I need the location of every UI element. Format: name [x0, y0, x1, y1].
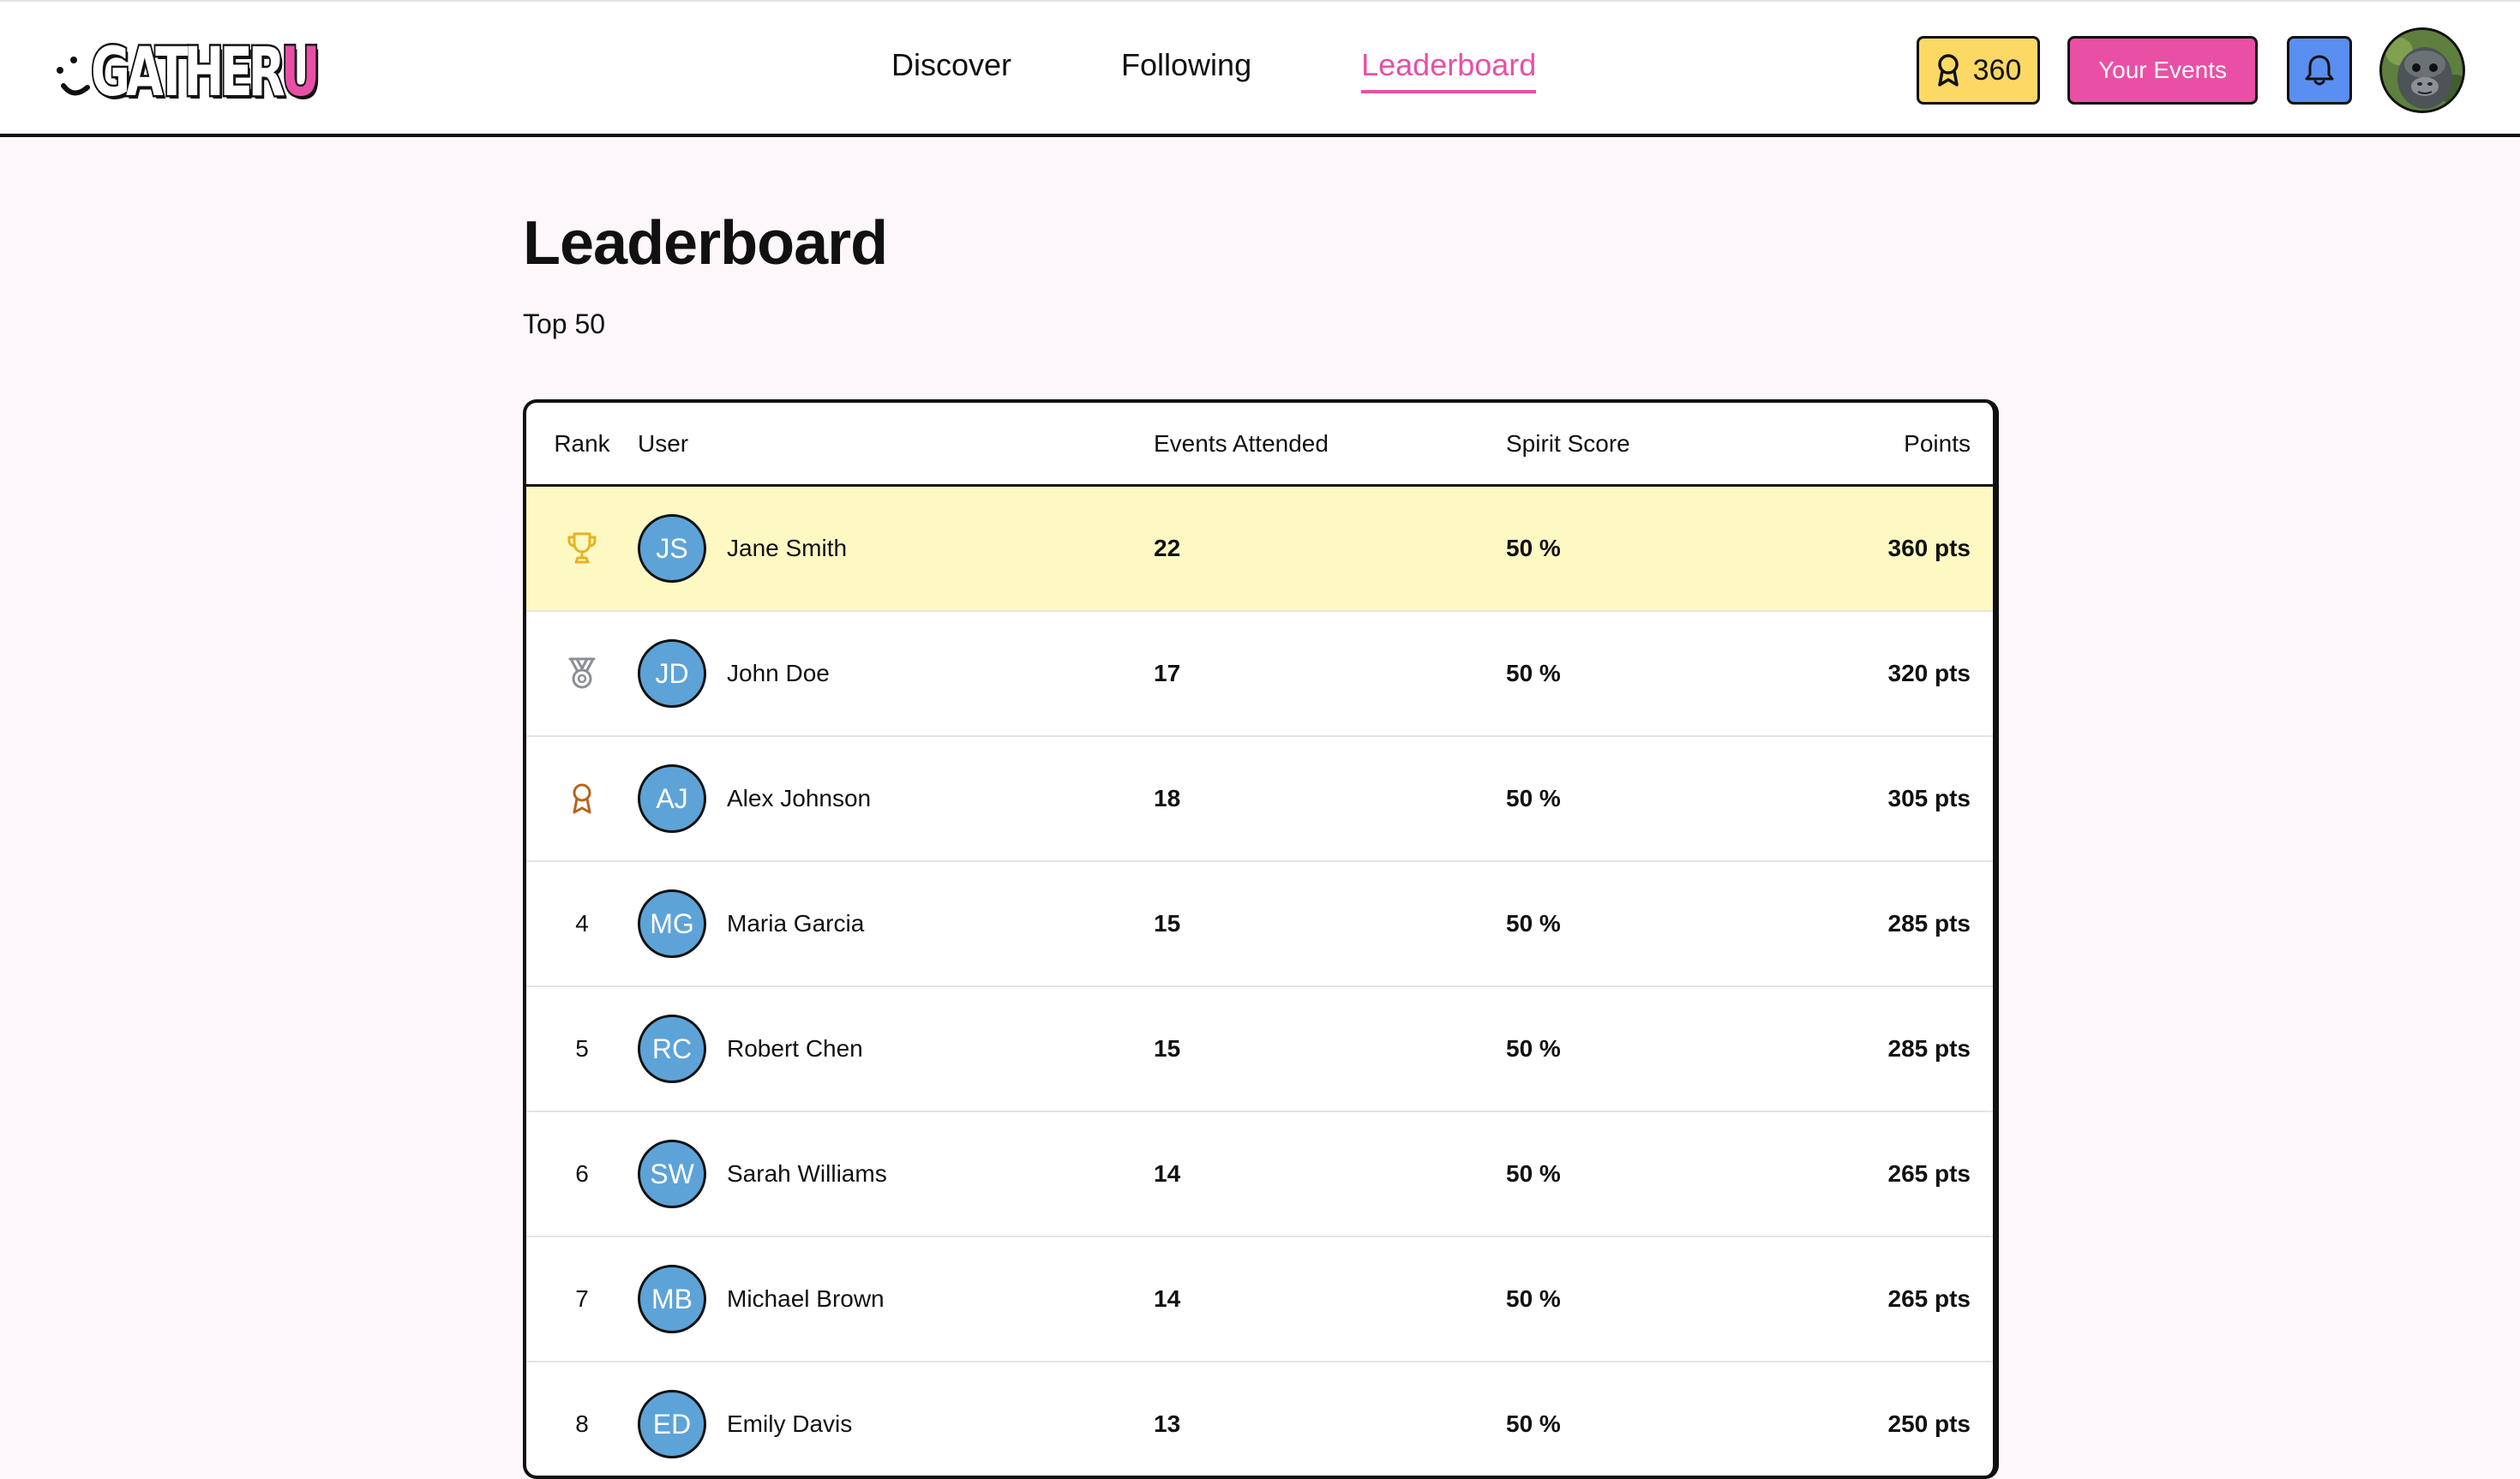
points-value: 285 pts	[1887, 910, 1971, 937]
rank-cell	[526, 656, 638, 691]
table-row[interactable]: 5 RC Robert Chen 15 50 % 285 pts	[526, 987, 1993, 1112]
events-attended-value: 14	[1154, 1285, 1181, 1312]
user-cell: MB Michael Brown	[638, 1265, 1154, 1333]
user-name: Robert Chen	[727, 1035, 863, 1062]
table-row[interactable]: 8 ED Emily Davis 13 50 % 250 pts	[526, 1362, 1993, 1476]
points-value: 360 pts	[1887, 535, 1971, 561]
points-value: 250 pts	[1887, 1410, 1971, 1437]
user-initials-avatar: MG	[638, 889, 706, 958]
rank-number: 7	[575, 1285, 589, 1312]
nav-leaderboard[interactable]: Leaderboard	[1361, 47, 1537, 93]
spirit-score-value: 50 %	[1506, 535, 1561, 561]
rank-cell	[526, 531, 638, 566]
user-cell: AJ Alex Johnson	[638, 764, 1154, 833]
user-initials-avatar: MB	[638, 1265, 706, 1333]
rank-number: 8	[575, 1410, 589, 1437]
col-rank-header: Rank	[554, 429, 610, 457]
user-initials-avatar: ED	[638, 1390, 706, 1458]
table-row[interactable]: AJ Alex Johnson 18 50 % 305 pts	[526, 737, 1993, 862]
rank-cell: 6	[526, 1160, 638, 1188]
user-initials-avatar: RC	[638, 1015, 706, 1083]
bell-icon	[2305, 55, 2334, 86]
user-name: Emily Davis	[727, 1410, 853, 1437]
points-value: 360	[1972, 53, 2022, 87]
rank-cell: 5	[526, 1035, 638, 1063]
col-points-header: Points	[1904, 429, 1971, 457]
top-navbar: GATHERU Discover Following Leaderboard 3…	[0, 0, 2520, 137]
medal-icon	[568, 657, 596, 689]
main-nav: Discover Following Leaderboard	[891, 2, 1646, 139]
spirit-score-value: 50 %	[1506, 1285, 1561, 1312]
events-attended-value: 15	[1154, 1035, 1181, 1062]
user-cell: RC Robert Chen	[638, 1015, 1154, 1083]
spirit-score-value: 50 %	[1506, 660, 1561, 686]
leaderboard-table: Rank User Events Attended Spirit Score P…	[523, 399, 1999, 1479]
user-name: Sarah Williams	[727, 1160, 887, 1187]
rank-number: 6	[575, 1160, 589, 1187]
gatheru-logo[interactable]: GATHERU	[53, 34, 321, 112]
events-attended-value: 13	[1154, 1410, 1181, 1437]
col-spirit-header: Spirit Score	[1506, 429, 1630, 457]
notifications-button[interactable]	[2287, 36, 2352, 105]
col-events-header: Events Attended	[1154, 429, 1329, 457]
points-value: 305 pts	[1887, 785, 1971, 811]
user-name: Alex Johnson	[727, 785, 872, 811]
points-value: 265 pts	[1887, 1160, 1971, 1187]
col-user-header: User	[638, 429, 689, 457]
user-cell: JS Jane Smith	[638, 514, 1154, 583]
page-title: Leaderboard	[523, 209, 888, 278]
page-subtitle: Top 50	[523, 308, 606, 339]
user-cell: JD John Doe	[638, 639, 1154, 708]
award-icon	[573, 783, 591, 814]
rank-number: 5	[575, 1035, 589, 1062]
events-attended-value: 15	[1154, 910, 1181, 937]
profile-avatar[interactable]	[2379, 27, 2465, 113]
spirit-score-value: 50 %	[1506, 1035, 1561, 1062]
table-row[interactable]: 6 SW Sarah Williams 14 50 % 265 pts	[526, 1112, 1993, 1237]
user-name: John Doe	[727, 660, 830, 686]
points-value: 285 pts	[1887, 1035, 1971, 1062]
award-icon	[1937, 54, 1959, 87]
user-initials-avatar: JS	[638, 514, 706, 583]
rank-cell	[526, 781, 638, 816]
user-cell: SW Sarah Williams	[638, 1140, 1154, 1208]
trophy-icon	[567, 532, 597, 564]
user-name: Jane Smith	[727, 535, 848, 561]
table-header: Rank User Events Attended Spirit Score P…	[526, 403, 1993, 487]
rank-cell: 4	[526, 910, 638, 937]
logo-wordmark: GATHERU	[89, 34, 321, 112]
table-row[interactable]: JD John Doe 17 50 % 320 pts	[526, 612, 1993, 737]
spirit-score-value: 50 %	[1506, 1410, 1561, 1437]
spirit-score-value: 50 %	[1506, 910, 1561, 937]
spirit-score-value: 50 %	[1506, 785, 1561, 811]
table-row[interactable]: JS Jane Smith 22 50 % 360 pts	[526, 487, 1993, 612]
table-row[interactable]: 7 MB Michael Brown 14 50 % 265 pts	[526, 1237, 1993, 1362]
rank-cell: 7	[526, 1285, 638, 1313]
points-value: 320 pts	[1887, 660, 1971, 686]
user-initials-avatar: JD	[638, 639, 706, 708]
user-initials-avatar: AJ	[638, 764, 706, 833]
points-badge[interactable]: 360	[1917, 36, 2040, 105]
table-row[interactable]: 4 MG Maria Garcia 15 50 % 285 pts	[526, 862, 1993, 987]
points-value: 265 pts	[1887, 1285, 1971, 1312]
events-attended-value: 17	[1154, 660, 1181, 686]
nav-following[interactable]: Following	[1121, 47, 1251, 93]
nav-discover[interactable]: Discover	[891, 47, 1011, 93]
events-attended-value: 14	[1154, 1160, 1181, 1187]
user-cell: ED Emily Davis	[638, 1390, 1154, 1458]
user-name: Maria Garcia	[727, 910, 865, 937]
user-initials-avatar: SW	[638, 1140, 706, 1208]
user-name: Michael Brown	[727, 1285, 885, 1312]
rank-number: 4	[575, 910, 589, 937]
spirit-score-value: 50 %	[1506, 1160, 1561, 1187]
events-attended-value: 18	[1154, 785, 1181, 811]
gorilla-avatar-icon	[2382, 30, 2463, 111]
rank-cell: 8	[526, 1410, 638, 1438]
events-attended-value: 22	[1154, 535, 1181, 561]
user-cell: MG Maria Garcia	[638, 889, 1154, 958]
your-events-button[interactable]: Your Events	[2067, 36, 2258, 105]
